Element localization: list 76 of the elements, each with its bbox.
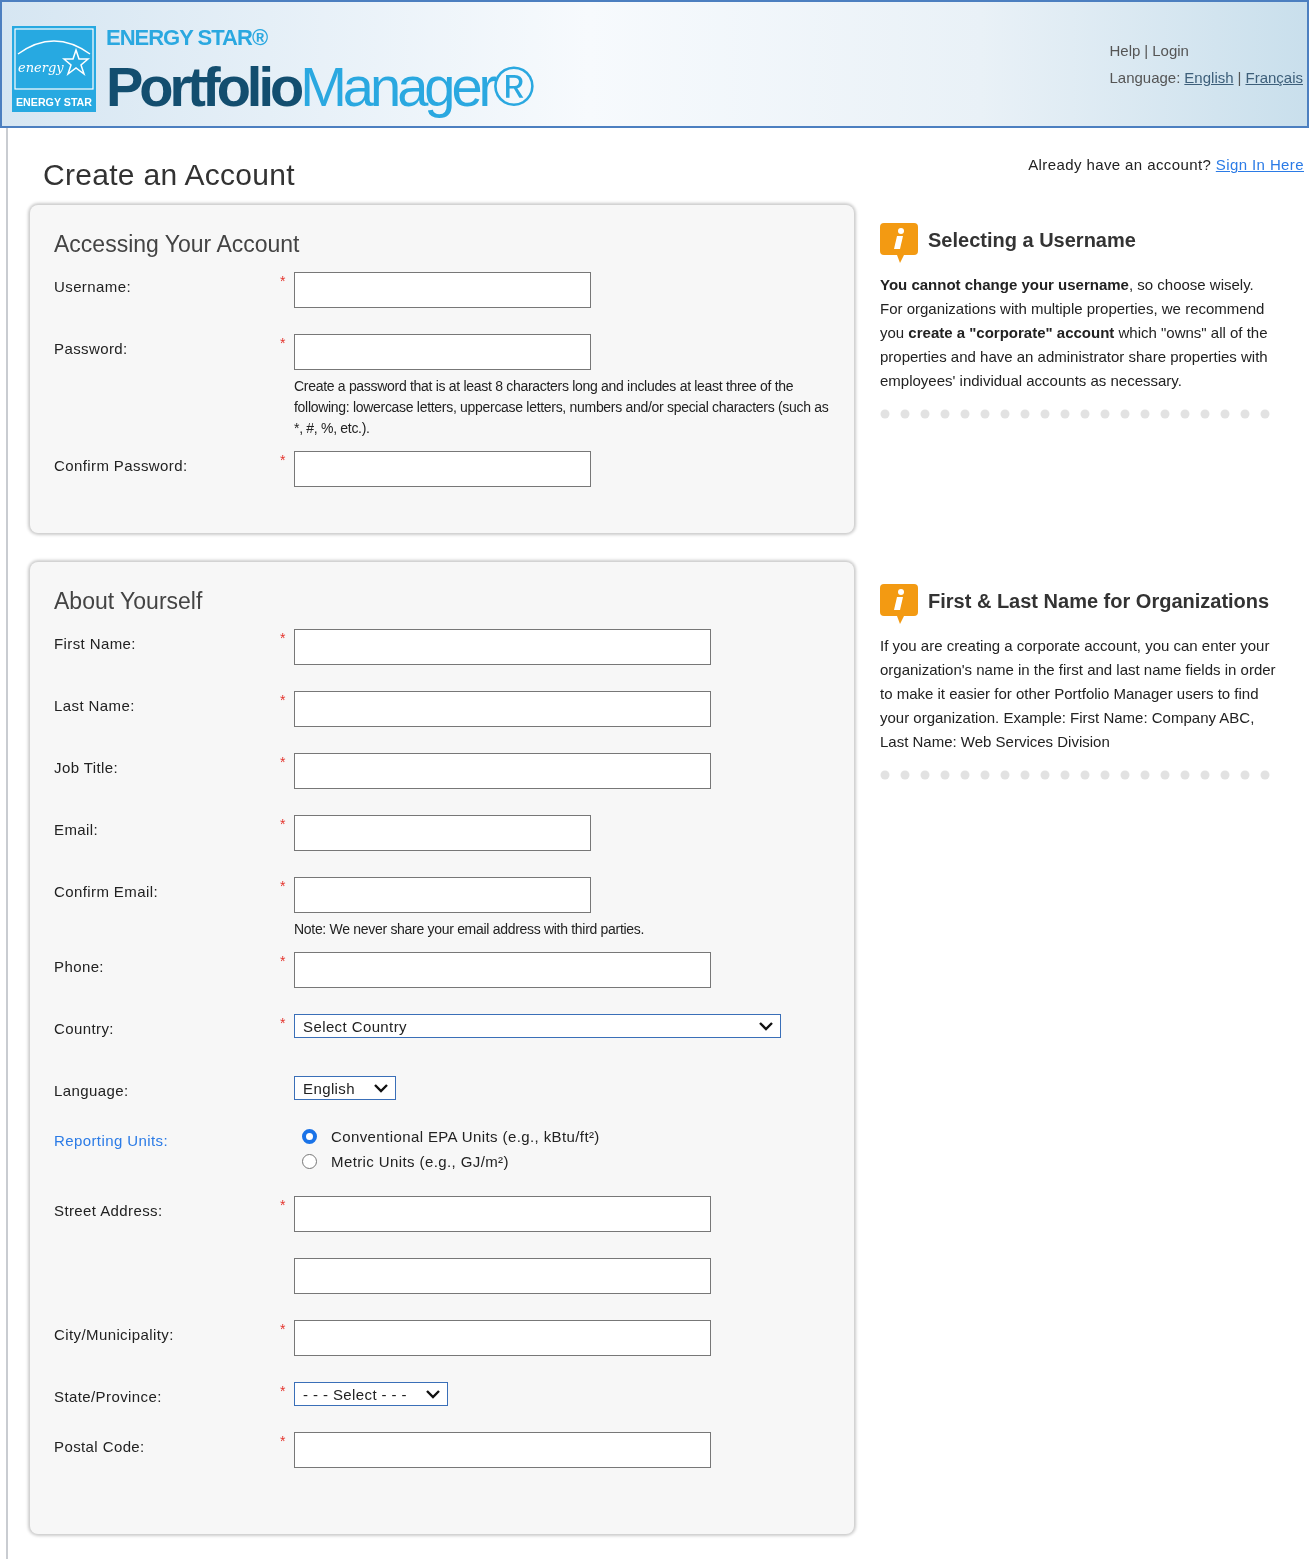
tip-title: Selecting a Username: [928, 229, 1136, 252]
field-label: Language:: [54, 1082, 129, 1099]
text-input[interactable]: [294, 1432, 711, 1468]
language-link[interactable]: Français: [1245, 69, 1303, 86]
tip-text: You cannot change your username, so choose wisely. For organizations with multiple properties, we recommend you create a "corporate" account which "owns" all of the properties and have an administrator share properties with employees' individual accounts as necessary.: [880, 275, 1269, 391]
field-label: Confirm Password:: [54, 457, 188, 474]
radio-option[interactable]: Metric Units (e.g., GJ/m²): [302, 1153, 600, 1170]
field-label: Phone:: [54, 958, 104, 975]
field-label-link[interactable]: Reporting Units:: [54, 1132, 168, 1149]
field-hint: Note: We never share your email address with third parties.: [294, 920, 646, 939]
info-speech-bubble-icon: [880, 223, 918, 263]
text-input[interactable]: [294, 815, 591, 851]
field-label: Street Address:: [54, 1202, 163, 1219]
signin-link[interactable]: Sign In Here: [1215, 156, 1304, 173]
text-input[interactable]: [294, 1320, 711, 1356]
page-title: Create an Account: [43, 158, 296, 192]
section-title: About Yourself: [54, 588, 204, 615]
field-label: First Name:: [54, 635, 136, 652]
select-dropdown[interactable]: - - - Select - - -: [294, 1382, 448, 1406]
link-separator: |: [1237, 69, 1242, 86]
language-label: Language:: [1109, 69, 1181, 86]
required-marker: *: [280, 335, 286, 351]
required-marker: *: [280, 953, 286, 969]
select-dropdown[interactable]: English: [294, 1076, 396, 1100]
required-marker: *: [280, 878, 286, 894]
chevron-down-icon: [424, 1389, 441, 1399]
field-label: Confirm Email:: [54, 883, 158, 900]
text-input[interactable]: [294, 1196, 711, 1232]
text-input[interactable]: [294, 1258, 711, 1294]
field-label: State/Province:: [54, 1388, 162, 1405]
radio-option[interactable]: Conventional EPA Units (e.g., kBtu/ft²): [302, 1128, 600, 1145]
text-input[interactable]: [294, 691, 711, 727]
section-title: Accessing Your Account: [54, 231, 301, 258]
select-dropdown[interactable]: Select Country: [294, 1014, 781, 1038]
text-input[interactable]: [294, 334, 591, 370]
field-label: Password:: [54, 340, 128, 357]
field-label: Country:: [54, 1020, 114, 1037]
required-marker: *: [280, 273, 286, 289]
field-hint: Create a password that is at least 8 characters long and includes at least three of the following: lowercase letters, uppercase letters, numbers and/or special characters (such as *, #, %, etc.).: [294, 377, 830, 438]
field-label: Last Name:: [54, 697, 135, 714]
brand-title: PortfolioManager®: [106, 54, 531, 120]
radio-button[interactable]: [302, 1154, 317, 1169]
required-marker: *: [280, 1015, 286, 1031]
field-label: Email:: [54, 821, 99, 838]
required-marker: *: [280, 1197, 286, 1213]
text-input[interactable]: [294, 629, 711, 665]
info-speech-bubble-icon: [880, 584, 918, 624]
language-link[interactable]: English: [1184, 69, 1234, 86]
header-link[interactable]: Login: [1152, 42, 1189, 59]
field-label: Postal Code:: [54, 1438, 145, 1455]
chevron-down-icon: [758, 1021, 774, 1031]
required-marker: *: [280, 1321, 286, 1337]
field-label: City/Municipality:: [54, 1326, 174, 1343]
required-marker: *: [280, 1433, 286, 1449]
text-input[interactable]: [294, 753, 711, 789]
text-input[interactable]: [294, 877, 591, 913]
tip-text: If you are creating a corporate account, you can enter your organization's name in the first and last name fields in order to make it easier for other Portfolio Manager users to find your organization. Example: First Name: Company ABC, Last Name: Web Services Division: [880, 636, 1277, 752]
required-marker: *: [280, 630, 286, 646]
required-marker: *: [280, 816, 286, 832]
text-input[interactable]: [294, 451, 591, 487]
field-label: Job Title:: [54, 759, 119, 776]
chevron-down-icon: [373, 1083, 389, 1093]
text-input[interactable]: [294, 952, 711, 988]
tip-title: First & Last Name for Organizations: [928, 590, 1270, 613]
field-label: Username:: [54, 278, 131, 295]
text-input[interactable]: [294, 272, 591, 308]
radio-button[interactable]: [302, 1129, 317, 1144]
energy-star-logo: energy ENERGY STAR: [12, 26, 96, 112]
link-separator: |: [1144, 42, 1149, 59]
signin-prompt: Already have an account?: [1028, 156, 1212, 173]
required-marker: *: [280, 1383, 286, 1399]
required-marker: *: [280, 452, 286, 468]
header-link[interactable]: Help: [1109, 42, 1141, 59]
brand-subtitle: ENERGY STAR®: [106, 24, 268, 52]
required-marker: *: [280, 692, 286, 708]
required-marker: *: [280, 754, 286, 770]
